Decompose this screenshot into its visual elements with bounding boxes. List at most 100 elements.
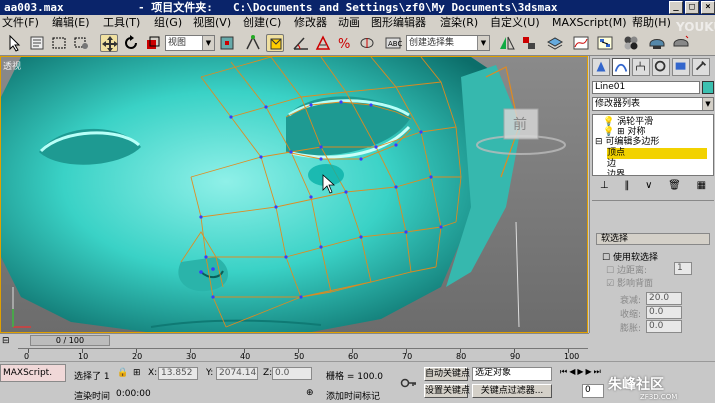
absolute-mode-icon[interactable]: ⊞ — [133, 368, 141, 378]
layer-manager-icon[interactable] — [546, 34, 564, 52]
named-selection-set-input[interactable]: 创建选择集 ▼ — [406, 35, 490, 51]
select-by-name-icon[interactable] — [28, 34, 46, 52]
configure-modifier-sets-icon[interactable]: ▦ — [697, 180, 706, 196]
current-frame-field[interactable]: 0 — [582, 384, 604, 398]
motion-tab-icon[interactable] — [652, 58, 670, 76]
object-color-swatch[interactable] — [702, 81, 714, 94]
use-soft-selection-checkbox[interactable]: ☐ 使用软选择 — [602, 250, 658, 263]
y-coordinate-field[interactable]: 2074.142 — [216, 367, 258, 380]
menu-animation[interactable]: 动画 — [338, 16, 360, 30]
utilities-tab-icon[interactable] — [692, 58, 710, 76]
make-unique-icon[interactable]: ∨ — [645, 180, 652, 196]
selected-object-value: 选定对象 — [475, 368, 512, 378]
stack-item-edge[interactable]: 边 — [607, 159, 616, 170]
add-time-tag-icon[interactable]: ⊕ — [306, 388, 314, 398]
viewport-label[interactable]: 透视 — [3, 59, 21, 72]
show-end-result-icon[interactable]: ‖ — [624, 180, 629, 196]
quick-render-icon[interactable] — [672, 34, 690, 52]
key-filters-button[interactable]: 关键点过滤器... — [472, 384, 552, 398]
menu-maxscript[interactable]: MAXScript(M) — [552, 16, 627, 30]
snap-toggle-icon[interactable] — [266, 34, 284, 52]
hierarchy-tab-icon[interactable] — [632, 58, 650, 76]
viewcube-front-label[interactable]: 前 — [513, 114, 527, 134]
goto-end-icon[interactable]: ⏭ — [594, 367, 601, 377]
key-mode-icon[interactable] — [400, 374, 418, 392]
stack-item-vertex[interactable]: 顶点 — [607, 148, 707, 159]
maximize-button[interactable]: □ — [685, 1, 699, 14]
menu-rendering[interactable]: 渲染(R) — [440, 16, 478, 30]
affect-backfacing-checkbox[interactable]: ☑ 影响背面 — [606, 276, 653, 289]
soft-selection-header[interactable]: 软选择 — [596, 233, 710, 245]
auto-key-button[interactable]: 自动关键点 — [424, 367, 470, 381]
lightbulb-icon[interactable]: 💡 — [603, 117, 614, 127]
percent-snap-icon[interactable] — [314, 34, 332, 52]
stack-item-border[interactable]: 边界 — [607, 170, 625, 175]
select-and-move-icon[interactable] — [100, 34, 118, 52]
schematic-view-icon[interactable] — [596, 34, 614, 52]
menu-modifiers[interactable]: 修改器 — [294, 16, 327, 30]
menu-views[interactable]: 视图(V) — [193, 16, 231, 30]
lock-selection-icon[interactable]: 🔒 — [117, 368, 128, 378]
pinch-input[interactable]: 0.0 — [646, 306, 682, 319]
display-tab-icon[interactable] — [672, 58, 690, 76]
modifier-list-select[interactable]: 修改器列表 ▼ — [592, 97, 714, 111]
align-icon[interactable] — [520, 34, 538, 52]
track-bar-toggle-icon[interactable]: ⊟ — [2, 336, 16, 346]
lightbulb-icon[interactable]: 💡 — [603, 127, 614, 137]
create-tab-icon[interactable] — [592, 58, 610, 76]
falloff-input[interactable]: 20.0 — [646, 292, 682, 305]
minimize-button[interactable]: _ — [669, 1, 683, 14]
select-object-icon[interactable] — [6, 34, 24, 52]
maxscript-listener[interactable]: MAXScript. — [0, 364, 66, 382]
z-coordinate-field[interactable]: 0.0 — [272, 367, 312, 380]
edge-distance-input[interactable]: 1 — [674, 262, 692, 275]
next-frame-icon[interactable]: ▶ — [586, 367, 592, 377]
menu-group[interactable]: 组(G) — [154, 16, 182, 30]
select-and-scale-icon[interactable] — [144, 34, 162, 52]
menu-tools[interactable]: 工具(T) — [103, 16, 140, 30]
affect-backfacing-label: 影响背面 — [616, 279, 653, 289]
object-name-field[interactable]: Line01 — [592, 81, 700, 94]
edit-named-selection-icon[interactable] — [358, 34, 376, 52]
mirror-icon[interactable] — [498, 34, 516, 52]
close-button[interactable]: × — [701, 1, 715, 14]
pin-stack-icon[interactable]: ⊥ — [600, 180, 609, 196]
play-icon[interactable]: ▶ — [577, 367, 583, 377]
bubble-label: 膨胀: — [620, 324, 642, 333]
pivot-center-icon[interactable] — [218, 34, 236, 52]
spinner-snap-icon[interactable]: % — [336, 34, 354, 52]
bubble-input[interactable]: 0.0 — [646, 320, 682, 333]
add-time-tag[interactable]: 添加时间标记 — [326, 389, 380, 402]
menu-edit[interactable]: 编辑(E) — [52, 16, 90, 30]
material-editor-icon[interactable] — [622, 34, 640, 52]
remove-modifier-icon[interactable]: 🗑 — [668, 180, 681, 196]
previous-frame-icon[interactable]: ◀ — [569, 367, 575, 377]
x-coordinate-field[interactable]: 13.852 — [158, 367, 198, 380]
timeline-tick-label: 70 — [402, 352, 413, 361]
falloff-label: 衰减: — [620, 296, 642, 306]
menu-graph-editors[interactable]: 图形编辑器 — [371, 16, 426, 30]
track-bar[interactable]: 0 10 20 30 40 50 60 70 80 90 100 — [18, 348, 588, 361]
edge-distance-checkbox[interactable]: ☐ 边距离: — [606, 263, 647, 276]
window-title-project-label: - 项目文件夹: — [138, 1, 213, 14]
rectangular-selection-icon[interactable] — [50, 34, 68, 52]
angle-snap-icon[interactable] — [292, 34, 310, 52]
perspective-viewport[interactable]: 透视 前 — [0, 56, 588, 333]
selected-object-select[interactable]: 选定对象 — [472, 367, 552, 381]
render-setup-icon[interactable] — [648, 34, 666, 52]
window-crossing-icon[interactable] — [72, 34, 90, 52]
curve-editor-icon[interactable] — [572, 34, 590, 52]
goto-start-icon[interactable]: ⏮ — [560, 367, 567, 377]
menu-help[interactable]: 帮助(H) — [632, 16, 671, 30]
select-and-rotate-icon[interactable] — [122, 34, 140, 52]
modify-tab-icon[interactable] — [612, 58, 630, 76]
menu-create[interactable]: 创建(C) — [243, 16, 281, 30]
reference-coordinate-select[interactable]: 视图 ▼ — [165, 35, 215, 51]
set-key-button[interactable]: 设置关键点 — [424, 384, 470, 398]
menu-file[interactable]: 文件(F) — [2, 16, 39, 30]
time-slider[interactable]: 0 / 100 — [30, 335, 110, 346]
stack-item-editable-poly[interactable]: ⊟ 可编辑多边形 — [595, 137, 659, 148]
menu-customize[interactable]: 自定义(U) — [490, 16, 540, 30]
select-and-manipulate-icon[interactable] — [244, 34, 262, 52]
named-selection-icon[interactable]: ABC — [384, 34, 402, 52]
